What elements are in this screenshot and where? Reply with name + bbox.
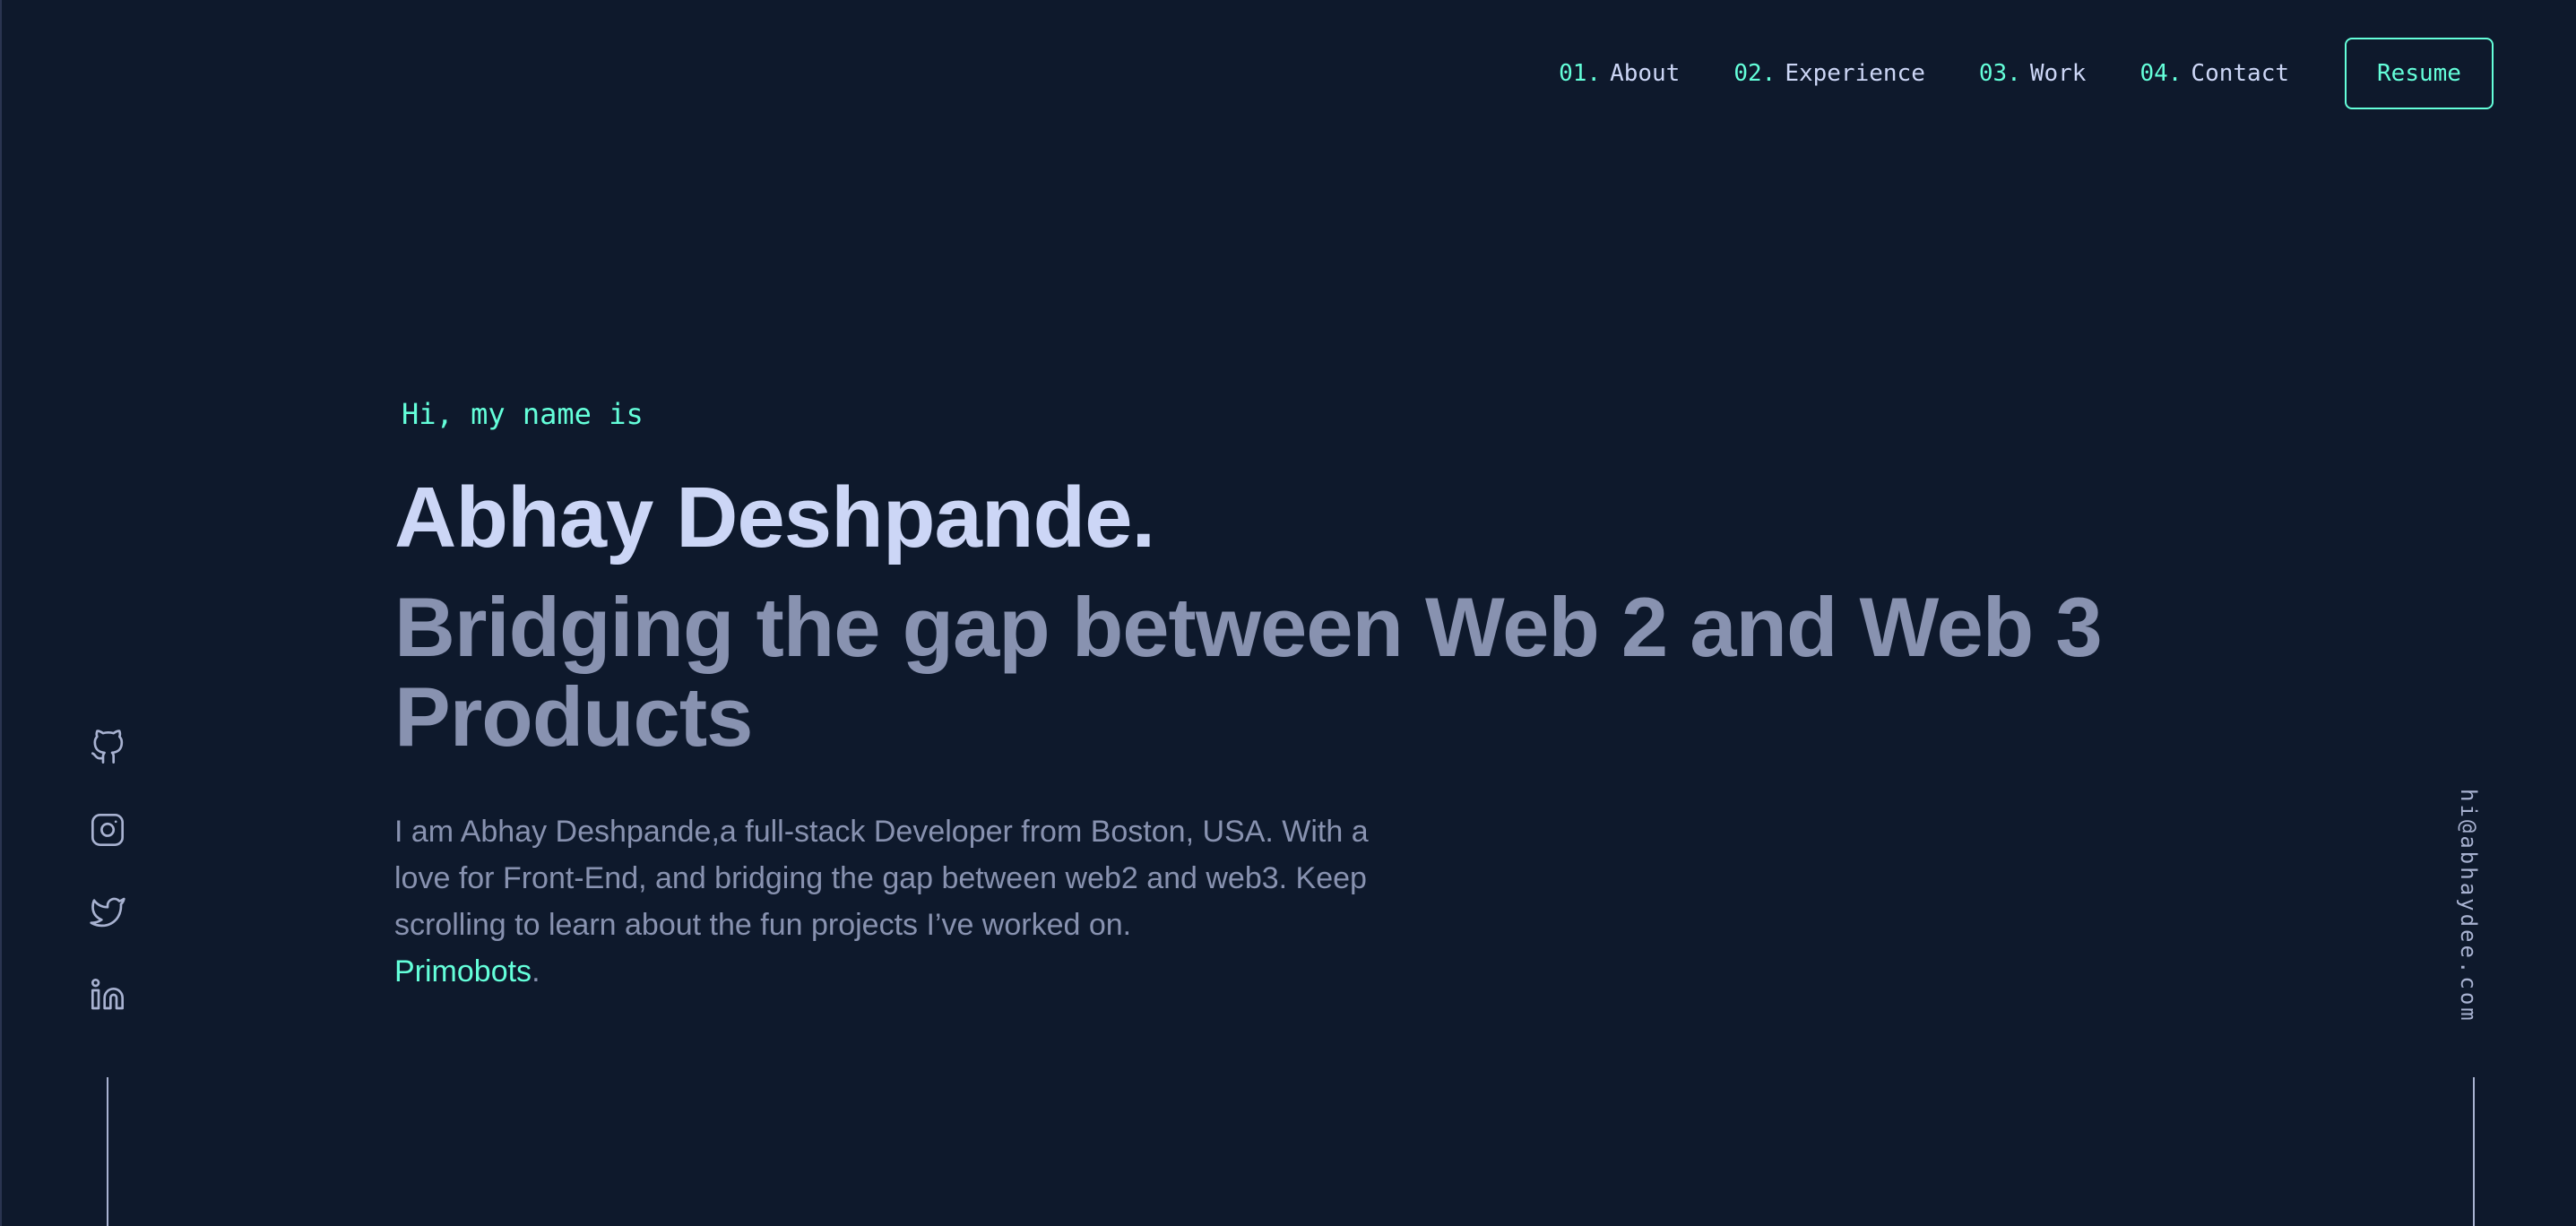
twitter-icon[interactable] — [88, 893, 127, 932]
hero-greeting: Hi, my name is — [402, 397, 644, 431]
nav-item-work[interactable]: 03. Work — [1979, 60, 2087, 87]
nav-label: Work — [2029, 60, 2087, 87]
hero-bio: I am Abhay Deshpande,a full-stack Develo… — [394, 808, 1380, 995]
nav-number: 04. — [2139, 60, 2183, 87]
bio-end: . — [532, 954, 540, 989]
primobots-link[interactable]: Primobots — [394, 954, 532, 989]
linkedin-icon[interactable] — [88, 975, 127, 1014]
left-edge-border — [0, 0, 2, 1226]
nav-label: About — [1610, 60, 1681, 87]
nav-item-about[interactable]: 01. About — [1559, 60, 1680, 87]
nav-label: Contact — [2191, 60, 2289, 87]
nav-number: 01. — [1559, 60, 1602, 87]
nav-item-experience[interactable]: 02. Experience — [1733, 60, 1925, 87]
resume-button[interactable]: Resume — [2345, 38, 2494, 109]
nav-number: 03. — [1978, 60, 2021, 87]
instagram-icon[interactable] — [88, 810, 127, 850]
bio-text: I am Abhay Deshpande,a full-stack Develo… — [394, 815, 1369, 942]
hero-name: Abhay Deshpande. — [394, 470, 1155, 566]
right-divider-line — [2473, 1077, 2475, 1226]
social-sidebar — [88, 728, 127, 1058]
top-navigation: 01. About 02. Experience 03. Work 04. Co… — [1559, 38, 2494, 109]
email-link[interactable]: hi@abhaydee.com — [2456, 789, 2481, 1023]
nav-item-contact[interactable]: 04. Contact — [2139, 60, 2289, 87]
hero-tagline: Bridging the gap between Web 2 and Web 3… — [394, 580, 2103, 764]
hero-section: Hi, my name is Abhay Deshpande. Bridging… — [394, 394, 2187, 995]
left-divider-line — [107, 1077, 108, 1226]
nav-label: Experience — [1785, 60, 1925, 87]
github-icon[interactable] — [88, 728, 127, 767]
nav-number: 02. — [1733, 60, 1776, 87]
